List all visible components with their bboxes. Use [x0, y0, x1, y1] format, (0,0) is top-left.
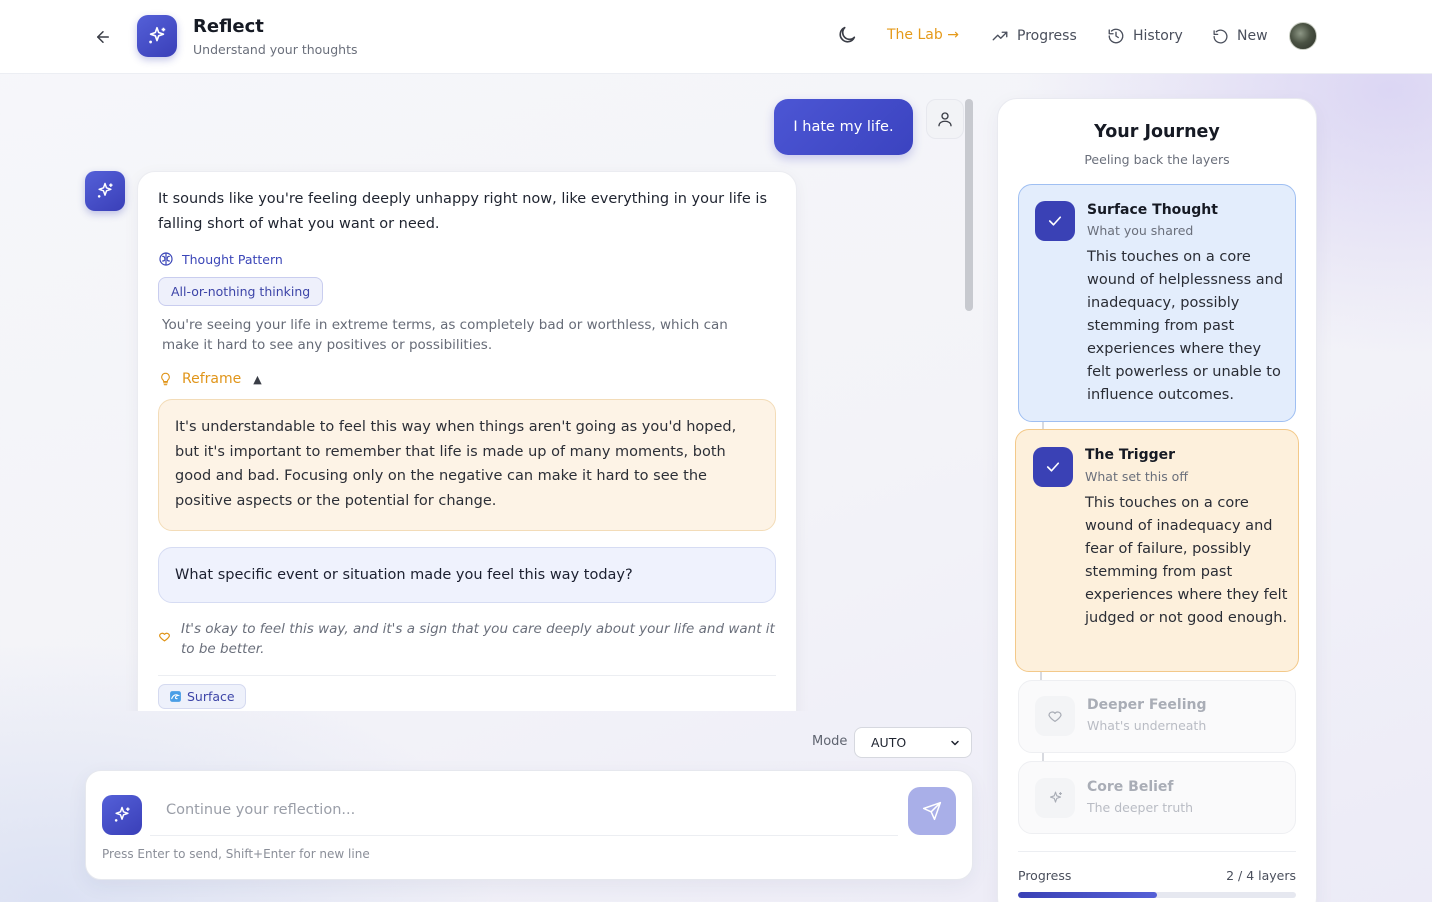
wave-icon [170, 691, 181, 702]
ai-avatar [85, 171, 125, 211]
step-locked-badge [1035, 696, 1075, 736]
sparkles-icon [97, 182, 113, 198]
nav-new-label: New [1237, 28, 1268, 44]
thought-pattern-header: Thought Pattern [158, 251, 283, 267]
step-complete-badge [1035, 201, 1075, 241]
journey-title: Your Journey [1094, 122, 1220, 142]
reflection-input[interactable] [150, 784, 898, 836]
mode-label: Mode [812, 734, 848, 749]
step-subtitle: What set this off [1085, 469, 1188, 484]
heart-icon [159, 632, 170, 642]
app-subtitle: Understand your thoughts [193, 42, 358, 57]
follow-up-question: What specific event or situation made yo… [158, 547, 776, 603]
sparkles-icon [149, 26, 166, 44]
sparkles-icon [114, 806, 130, 822]
user-icon [938, 112, 952, 127]
step-subtitle: What's underneath [1087, 718, 1207, 733]
user-avatar [926, 99, 964, 139]
chat-scrollbar[interactable] [965, 99, 973, 311]
journey-subtitle: Peeling back the layers [1084, 152, 1230, 167]
history-icon [1108, 28, 1124, 44]
nav-history[interactable]: History [1107, 24, 1183, 48]
back-button[interactable] [90, 24, 116, 50]
thought-pattern-description: You're seeing your life in extreme terms… [162, 317, 728, 353]
chevron-down-icon [951, 740, 959, 745]
progress-count: 2 / 4 layers [1226, 868, 1296, 883]
step-subtitle: What you shared [1087, 223, 1194, 238]
card-divider [158, 675, 776, 676]
step-title: Core Belief [1087, 779, 1174, 795]
nav-the-lab[interactable]: The Lab → [887, 27, 959, 43]
journey-divider [1018, 851, 1296, 852]
reframe-label: Reframe [182, 371, 242, 387]
refresh-icon [1213, 29, 1228, 44]
layer-tag-label: Surface [187, 689, 235, 704]
lightbulb-icon [161, 372, 170, 386]
moon-icon [839, 26, 856, 43]
check-icon [1048, 216, 1062, 226]
nav-history-label: History [1133, 28, 1183, 44]
user-message-bubble: I hate my life. [774, 99, 913, 155]
avatar[interactable] [1289, 22, 1317, 50]
step-connector [1042, 753, 1044, 761]
app-title: Reflect [193, 16, 264, 37]
step-complete-badge [1033, 447, 1073, 487]
theme-toggle-button[interactable] [836, 24, 860, 48]
comfort-text: It's okay to feel this way, and it's a s… [181, 621, 775, 657]
step-connector [1040, 672, 1042, 680]
step-subtitle: The deeper truth [1087, 800, 1194, 815]
send-button[interactable] [908, 787, 956, 835]
ai-message-text: It sounds like you're feeling deeply unh… [158, 191, 768, 232]
brain-icon [159, 252, 173, 266]
nav-progress[interactable]: Progress [991, 24, 1077, 48]
step-title: The Trigger [1085, 447, 1176, 463]
progress-bar-fill [1018, 892, 1157, 898]
step-body: This touches on a core wound of inadequa… [1085, 495, 1288, 626]
nav-new[interactable]: New [1212, 24, 1268, 48]
heart-icon [1048, 711, 1062, 722]
sparkles-icon [1049, 791, 1062, 803]
step-body: This touches on a core wound of helpless… [1087, 249, 1284, 403]
nav-progress-label: Progress [1017, 28, 1077, 44]
thought-pattern-tag: All-or-nothing thinking [158, 277, 324, 306]
trending-up-icon [992, 31, 1008, 41]
progress-bar [1018, 892, 1296, 898]
check-icon [1046, 462, 1060, 472]
send-icon [922, 801, 942, 821]
chevron-up-icon: ▲ [253, 372, 262, 386]
layer-tag: Surface [158, 684, 246, 709]
step-locked-badge [1035, 778, 1075, 818]
step-title: Deeper Feeling [1087, 697, 1207, 713]
reframe-toggle[interactable]: Reframe ▲ [158, 371, 262, 387]
thought-pattern-label: Thought Pattern [182, 251, 283, 267]
reframe-text: It's understandable to feel this way whe… [158, 399, 776, 531]
arrow-left-icon [97, 31, 109, 43]
comfort-note: It's okay to feel this way, and it's a s… [158, 619, 778, 659]
app-logo [137, 15, 177, 57]
progress-label: Progress [1018, 868, 1072, 883]
step-title: Surface Thought [1087, 202, 1218, 218]
mode-select-value: AUTO [871, 735, 907, 750]
composer-hint: Press Enter to send, Shift+Enter for new… [102, 847, 370, 861]
composer-ai-icon [102, 795, 142, 835]
mode-select[interactable]: AUTO [854, 727, 972, 758]
